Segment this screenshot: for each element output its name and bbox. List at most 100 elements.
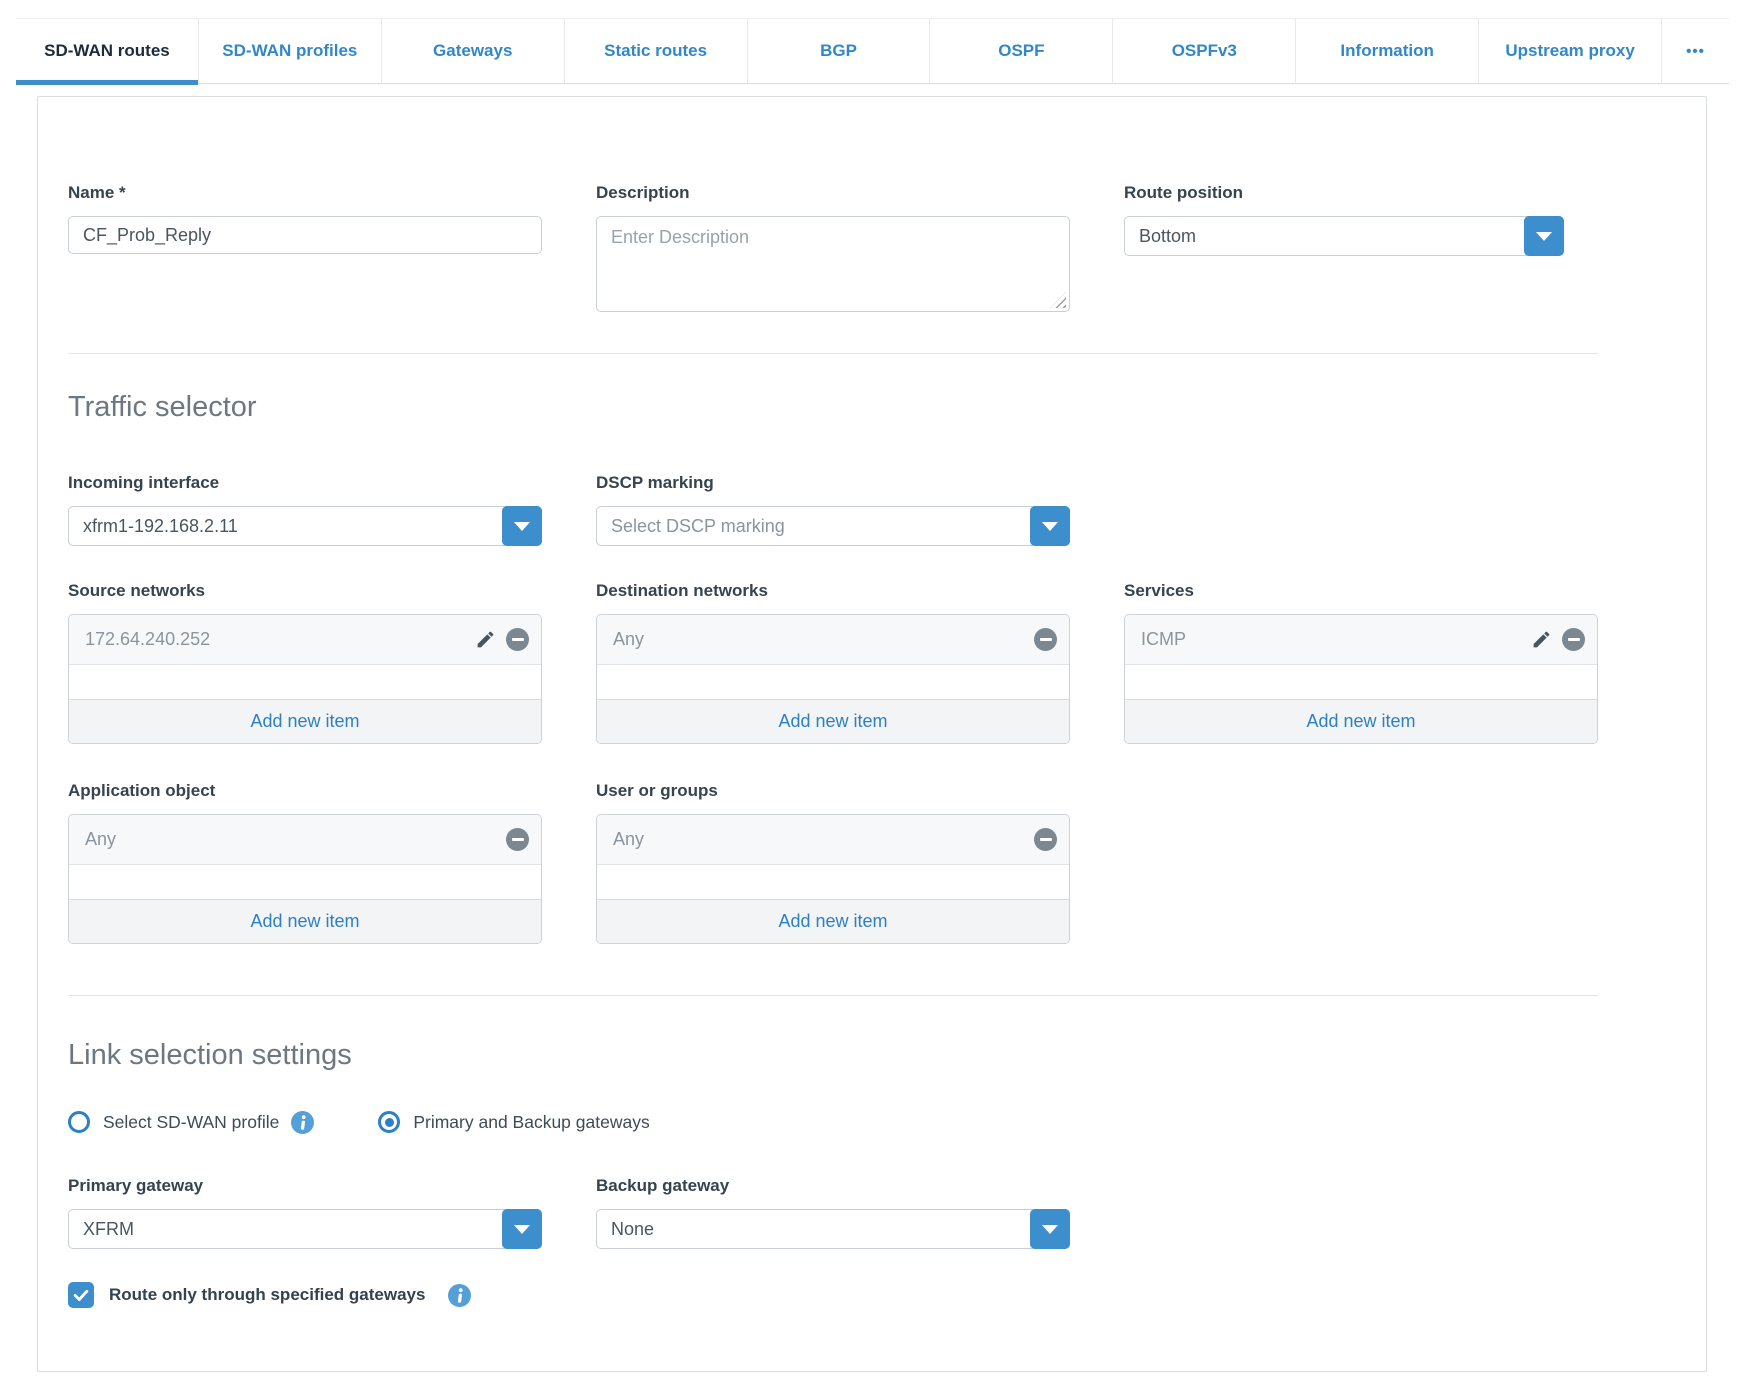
link-selection-title: Link selection settings [68,1039,352,1071]
list-item-value: 172.64.240.252 [85,629,211,649]
incoming-interface-select[interactable]: xfrm1-192.168.2.11 [68,506,542,546]
route-only-row: Route only through specified gateways [68,1282,1600,1308]
section-divider [68,995,1598,996]
primary-gateway-value: XFRM [83,1218,134,1239]
list-item: 172.64.240.252 [69,615,541,665]
dscp-marking-select[interactable]: Select DSCP marking [596,506,1070,546]
backup-gateway-field: Backup gateway None [596,1176,1070,1249]
source-networks-field: Source networks 172.64.240.252 Add new i… [68,581,542,744]
tab-sdwan-profiles[interactable]: SD-WAN profiles [197,19,381,83]
remove-icon[interactable] [506,628,529,651]
route-position-select[interactable]: Bottom [1124,216,1564,256]
user-or-groups-label: User or groups [596,781,718,800]
chevron-down-icon[interactable] [1030,1209,1070,1249]
list-item: Any [597,615,1069,665]
services-listbox: ICMP Add new item [1124,614,1598,744]
route-edit-panel: Name * Description Route position Bottom… [37,96,1707,1372]
chevron-down-icon[interactable] [1524,216,1564,256]
dscp-marking-placeholder: Select DSCP marking [611,515,785,536]
destination-networks-listbox: Any Add new item [596,614,1070,744]
edit-pencil-icon[interactable] [474,629,496,651]
radio-label: Select SD-WAN profile [103,1111,280,1132]
list-item: ICMP [1125,615,1597,665]
destination-networks-label: Destination networks [596,581,768,600]
add-new-item-button[interactable]: Add new item [69,699,541,743]
add-new-item-button[interactable]: Add new item [69,899,541,943]
application-object-field: Application object Any Add new item [68,781,542,944]
list-item-value: Any [613,629,645,649]
application-object-listbox: Any Add new item [68,814,542,944]
radio-label: Primary and Backup gateways [413,1111,650,1132]
incoming-interface-value: xfrm1-192.168.2.11 [83,515,238,536]
source-networks-label: Source networks [68,581,205,600]
listbox-empty-area [597,865,1069,899]
list-item: Any [597,815,1069,865]
application-object-label: Application object [68,781,216,800]
listbox-empty-area [69,865,541,899]
radio-primary-backup-gateways[interactable]: Primary and Backup gateways [378,1111,650,1133]
backup-gateway-value: None [611,1218,655,1239]
route-position-label: Route position [1124,183,1243,202]
incoming-interface-field: Incoming interface xfrm1-192.168.2.11 [68,473,542,546]
radio-select-sdwan-profile[interactable]: Select SD-WAN profile [68,1110,315,1134]
dscp-marking-label: DSCP marking [596,473,714,492]
remove-icon[interactable] [506,828,529,851]
primary-gateway-select[interactable]: XFRM [68,1209,542,1249]
route-position-value: Bottom [1139,225,1197,246]
remove-icon[interactable] [1562,628,1585,651]
description-label: Description [596,183,690,202]
listbox-empty-area [597,665,1069,699]
remove-icon[interactable] [1034,628,1057,651]
info-icon[interactable] [291,1110,315,1134]
list-item-value: Any [85,829,117,849]
source-networks-listbox: 172.64.240.252 Add new item [68,614,542,744]
services-field: Services ICMP Add new item [1124,581,1598,744]
edit-pencil-icon[interactable] [1530,629,1552,651]
section-divider [68,353,1598,354]
add-new-item-button[interactable]: Add new item [597,899,1069,943]
user-or-groups-listbox: Any Add new item [596,814,1070,944]
list-item-value: Any [613,829,645,849]
dscp-marking-field: DSCP marking Select DSCP marking [596,473,1070,546]
route-position-field: Route position Bottom [1124,183,1598,256]
description-field: Description [596,183,1070,312]
tab-bar: SD-WAN routes SD-WAN profiles Gateways S… [16,18,1729,85]
tab-static-routes[interactable]: Static routes [563,19,747,83]
listbox-empty-area [1125,665,1597,699]
chevron-down-icon[interactable] [502,1209,542,1249]
tab-sdwan-routes[interactable]: SD-WAN routes [16,19,198,85]
user-or-groups-field: User or groups Any Add new item [596,781,1070,944]
remove-icon[interactable] [1034,828,1057,851]
name-input[interactable] [68,216,542,254]
tab-ospfv3[interactable]: OSPFv3 [1112,19,1295,83]
backup-gateway-label: Backup gateway [596,1176,730,1195]
tab-ospf[interactable]: OSPF [929,19,1112,83]
tab-gateways[interactable]: Gateways [380,19,564,83]
tab-upstream-proxy[interactable]: Upstream proxy [1478,19,1661,83]
destination-networks-field: Destination networks Any Add new item [596,581,1070,744]
list-item: Any [69,815,541,865]
traffic-selector-title: Traffic selector [68,391,257,423]
link-selection-radio-group: Select SD-WAN profile Primary and Backup… [68,1110,1600,1134]
chevron-down-icon[interactable] [502,506,542,546]
listbox-empty-area [69,665,541,699]
tab-information[interactable]: Information [1295,19,1478,83]
chevron-down-icon[interactable] [1030,506,1070,546]
list-item-value: ICMP [1141,629,1186,649]
backup-gateway-select[interactable]: None [596,1209,1070,1249]
name-label: Name * [68,183,126,202]
primary-gateway-field: Primary gateway XFRM [68,1176,542,1249]
add-new-item-button[interactable]: Add new item [597,699,1069,743]
incoming-interface-label: Incoming interface [68,473,220,492]
radio-selected-icon[interactable] [378,1111,401,1133]
more-tabs-icon[interactable]: ••• [1661,19,1729,83]
tab-bgp[interactable]: BGP [746,19,930,83]
radio-unselected-icon[interactable] [68,1111,90,1133]
info-icon[interactable] [448,1283,472,1307]
primary-gateway-label: Primary gateway [68,1176,204,1195]
checkbox-checked-icon[interactable] [68,1282,94,1308]
description-textarea[interactable] [596,216,1070,312]
add-new-item-button[interactable]: Add new item [1125,699,1597,743]
services-label: Services [1124,581,1194,600]
name-field: Name * [68,183,542,254]
